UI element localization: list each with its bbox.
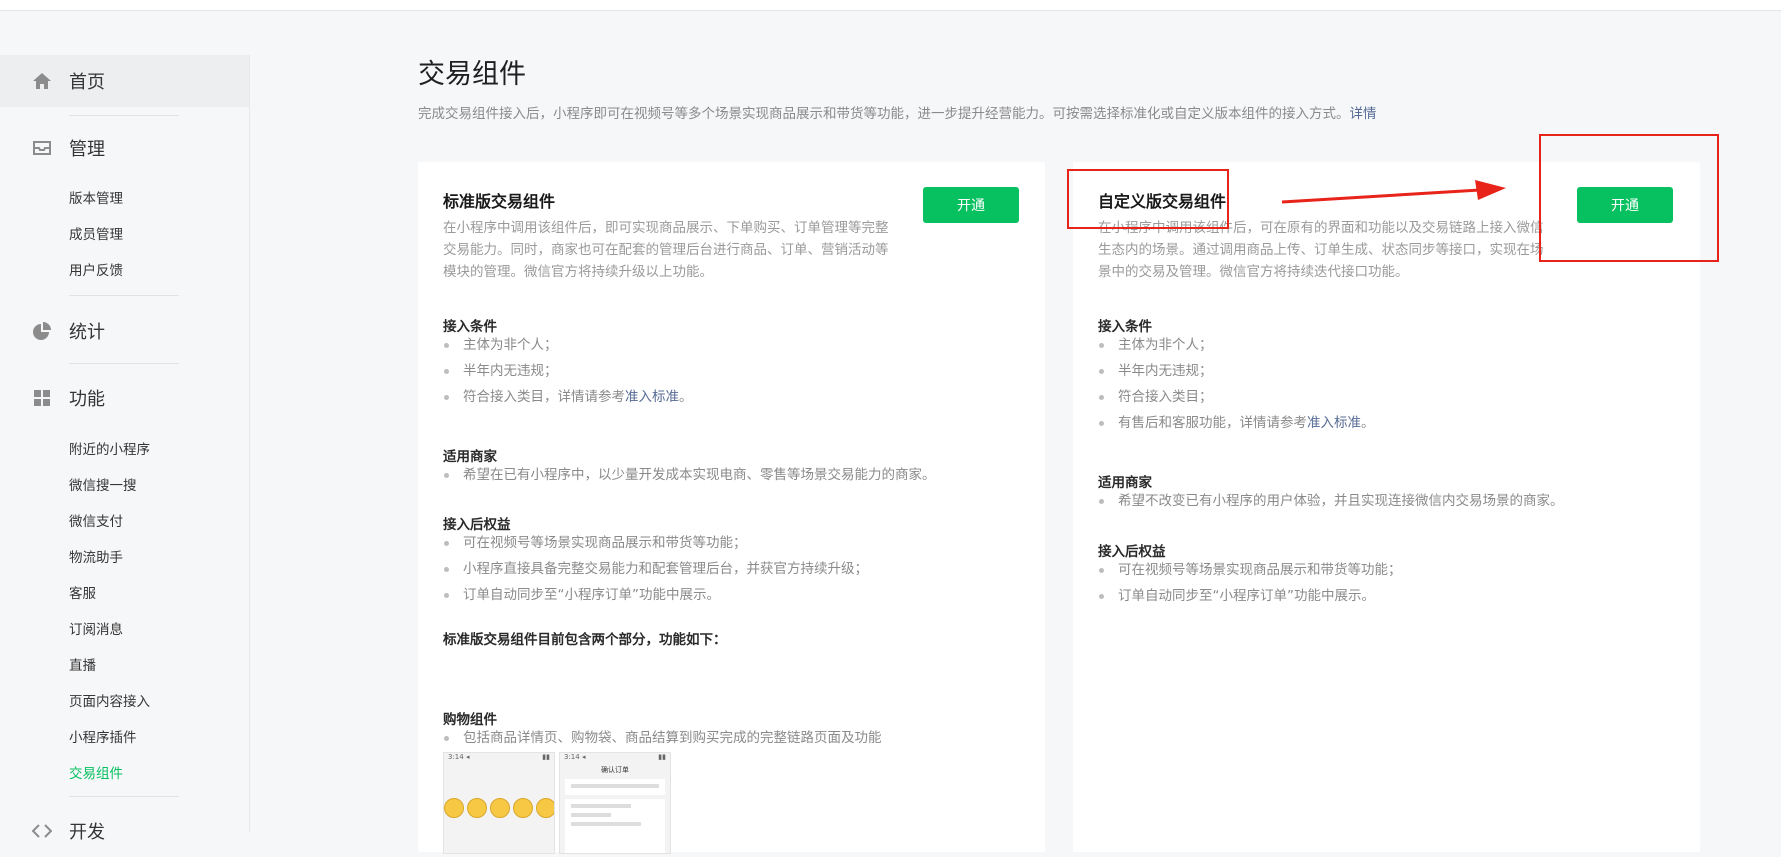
standard-merchants-list: 希望在已有小程序中，以少量开发成本实现电商、零售等场景交易能力的商家。	[443, 462, 936, 488]
nav-stats-label: 统计	[69, 322, 105, 343]
annotation-highlight-button	[1539, 134, 1719, 262]
code-icon	[32, 821, 52, 841]
list-item-text: 符合接入类目，详情请参考	[463, 389, 625, 405]
placeholder-line	[571, 784, 659, 788]
order-item-block	[565, 799, 665, 853]
list-item-end: 。	[1361, 415, 1375, 431]
nav-features[interactable]: 功能	[0, 372, 249, 424]
address-block	[565, 779, 665, 795]
list-item: 半年内无违规；	[1098, 358, 1375, 384]
details-link[interactable]: 详情	[1350, 106, 1377, 122]
nav-home-label: 首页	[69, 72, 105, 93]
nav-item-customer-service[interactable]: 客服	[69, 582, 96, 602]
nav-stats[interactable]: 统计	[0, 305, 249, 357]
admission-standard-link[interactable]: 准入标准	[1307, 415, 1361, 431]
list-item-end: 。	[679, 389, 693, 405]
list-item: 可在视频号等场景实现商品展示和带货等功能；	[1098, 557, 1402, 583]
list-item: 订单自动同步至“小程序订单”功能中展示。	[1098, 583, 1402, 609]
nav-home[interactable]: 首页	[0, 55, 249, 107]
nav-item-plugins[interactable]: 小程序插件	[69, 726, 137, 746]
order-page-title: 确认订单	[601, 766, 629, 774]
list-item: 符合接入类目；	[1098, 384, 1375, 410]
admission-standard-link[interactable]: 准入标准	[625, 389, 679, 405]
emoji-face-icon	[513, 798, 533, 818]
list-item: 主体为非个人；	[1098, 332, 1375, 358]
emoji-face-icon	[444, 798, 464, 818]
nav-divider	[69, 796, 179, 797]
placeholder-line	[571, 804, 631, 808]
emoji-row	[444, 798, 554, 818]
standard-parts-heading: 标准版交易组件目前包含两个部分，功能如下：	[443, 632, 727, 648]
nav-manage-label: 管理	[69, 139, 105, 160]
nav-divider	[69, 115, 179, 116]
annotation-arrow-icon	[1281, 180, 1506, 204]
nav-item-live[interactable]: 直播	[69, 654, 96, 674]
top-bar	[0, 0, 1781, 11]
phone-status-bar: 3:14 ◂ ▮▮	[444, 753, 554, 765]
page-title: 交易组件	[418, 59, 526, 90]
product-page-screenshot: 3:14 ◂ ▮▮	[443, 752, 555, 854]
shopping-component-list: 包括商品详情页、购物袋、商品结算到购买完成的完整链路页面及功能	[443, 725, 882, 751]
list-item-text: 有售后和客服功能，详情请参考	[1118, 415, 1307, 431]
list-item: 包括商品详情页、购物袋、商品结算到购买完成的完整链路页面及功能	[443, 725, 882, 751]
standard-card-title: 标准版交易组件	[443, 192, 556, 211]
nav-item-nearby[interactable]: 附近的小程序	[69, 438, 150, 458]
home-icon	[32, 71, 52, 91]
nav-item-pay[interactable]: 微信支付	[69, 510, 123, 530]
phone-time: 3:14 ◂	[564, 753, 586, 761]
nav-dev-label: 开发	[69, 822, 105, 843]
inbox-icon	[32, 138, 52, 158]
sidebar: 首页 管理 版本管理 成员管理 用户反馈 统计 功能 附近的小程序 微信搜一搜 …	[0, 55, 250, 843]
standard-card-description: 在小程序中调用该组件后，即可实现商品展示、下单购买、订单管理等完整交易能力。同时…	[443, 220, 889, 280]
placeholder-line	[571, 822, 641, 826]
custom-component-card: 自定义版交易组件 开通 在小程序中调用该组件后，可在原有的界面和功能以及交易链路…	[1073, 162, 1700, 852]
list-item: 符合接入类目，详情请参考准入标准。	[443, 384, 693, 410]
nav-manage[interactable]: 管理	[0, 122, 249, 174]
list-item: 小程序直接具备完整交易能力和配套管理后台，并获官方持续升级；	[443, 556, 868, 582]
custom-conditions-list: 主体为非个人； 半年内无违规； 符合接入类目； 有售后和客服功能，详情请参考准入…	[1098, 332, 1375, 436]
nav-divider	[69, 295, 179, 296]
nav-item-feedback[interactable]: 用户反馈	[69, 259, 123, 279]
nav-features-label: 功能	[69, 389, 105, 410]
placeholder-line	[571, 813, 611, 817]
standard-conditions-list: 主体为非个人； 半年内无违规； 符合接入类目，详情请参考准入标准。	[443, 332, 693, 410]
list-item: 主体为非个人；	[443, 332, 693, 358]
nav-item-logistics[interactable]: 物流助手	[69, 546, 123, 566]
nav-item-subscribe[interactable]: 订阅消息	[69, 618, 123, 638]
emoji-face-icon	[490, 798, 510, 818]
nav-item-page-content[interactable]: 页面内容接入	[69, 690, 150, 710]
list-item: 半年内无违规；	[443, 358, 693, 384]
standard-component-card: 标准版交易组件 开通 在小程序中调用该组件后，即可实现商品展示、下单购买、订单管…	[418, 162, 1045, 854]
phone-signal-icon: ▮▮	[658, 753, 666, 761]
list-item: 希望在已有小程序中，以少量开发成本实现电商、零售等场景交易能力的商家。	[443, 462, 936, 488]
phone-time: 3:14 ◂	[448, 753, 470, 761]
page-description: 完成交易组件接入后，小程序即可在视频号等多个场景实现商品展示和带货等功能，进一步…	[418, 102, 1377, 122]
standard-benefits-list: 可在视频号等场景实现商品展示和带货等功能； 小程序直接具备完整交易能力和配套管理…	[443, 530, 868, 608]
list-item: 希望不改变已有小程序的用户体验，并且实现连接微信内交易场景的商家。	[1098, 488, 1564, 514]
list-item: 有售后和客服功能，详情请参考准入标准。	[1098, 410, 1375, 436]
nav-item-search[interactable]: 微信搜一搜	[69, 474, 137, 494]
list-item: 订单自动同步至“小程序订单”功能中展示。	[443, 582, 868, 608]
list-item: 可在视频号等场景实现商品展示和带货等功能；	[443, 530, 868, 556]
page-description-text: 完成交易组件接入后，小程序即可在视频号等多个场景实现商品展示和带货等功能，进一步…	[418, 106, 1350, 122]
standard-open-button[interactable]: 开通	[923, 187, 1019, 223]
grid-icon	[32, 388, 52, 408]
nav-item-version[interactable]: 版本管理	[69, 187, 123, 207]
custom-benefits-list: 可在视频号等场景实现商品展示和带货等功能； 订单自动同步至“小程序订单”功能中展…	[1098, 557, 1402, 609]
phone-status-bar: 3:14 ◂ ▮▮	[560, 753, 670, 765]
emoji-face-icon	[467, 798, 487, 818]
nav-divider	[69, 363, 179, 364]
nav-dev[interactable]: 开发	[0, 805, 249, 857]
pie-chart-icon	[32, 321, 52, 341]
order-page-screenshot: 3:14 ◂ ▮▮ 确认订单	[559, 752, 671, 854]
annotation-highlight-title	[1067, 169, 1229, 229]
nav-item-trade-component[interactable]: 交易组件	[69, 762, 123, 782]
custom-merchants-list: 希望不改变已有小程序的用户体验，并且实现连接微信内交易场景的商家。	[1098, 488, 1564, 514]
emoji-face-icon	[536, 798, 554, 818]
nav-item-members[interactable]: 成员管理	[69, 223, 123, 243]
phone-signal-icon: ▮▮	[542, 753, 550, 761]
